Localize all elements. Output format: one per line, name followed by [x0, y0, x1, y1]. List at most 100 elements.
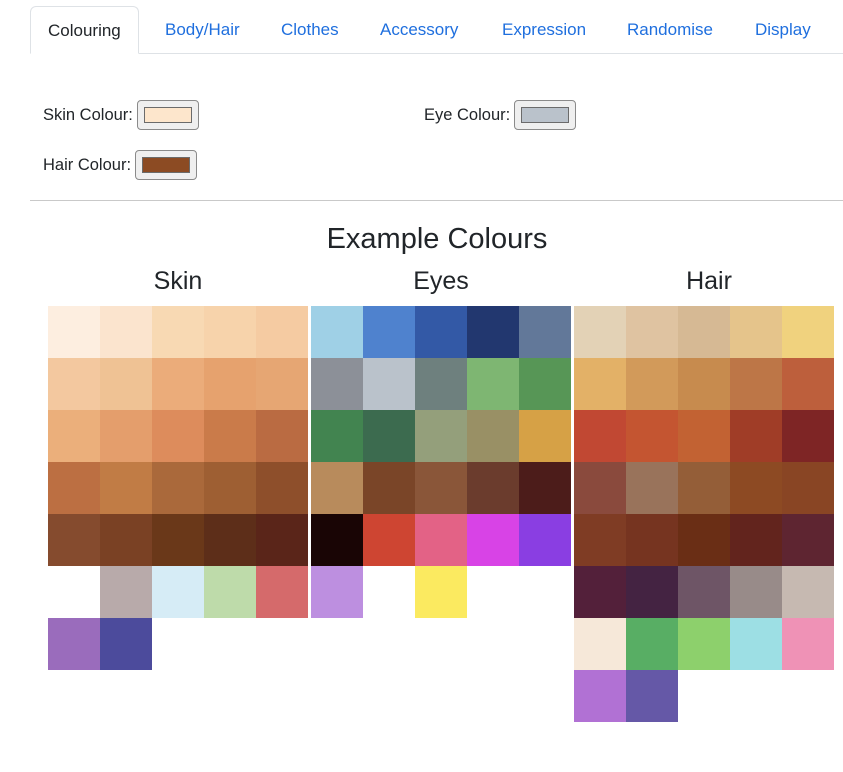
skin-swatch[interactable]	[152, 462, 204, 514]
hair-swatch[interactable]	[782, 410, 834, 462]
skin-swatch[interactable]	[256, 462, 308, 514]
eyes-swatch[interactable]	[311, 462, 363, 514]
skin-swatch[interactable]	[152, 306, 204, 358]
eyes-swatch[interactable]	[311, 514, 363, 566]
eyes-swatch[interactable]	[363, 514, 415, 566]
hair-swatch[interactable]	[678, 462, 730, 514]
skin-swatch[interactable]	[152, 410, 204, 462]
skin-swatch[interactable]	[48, 410, 100, 462]
hair-swatch[interactable]	[574, 462, 626, 514]
hair-swatch[interactable]	[678, 306, 730, 358]
hair-swatch[interactable]	[626, 514, 678, 566]
tab-accessory[interactable]: Accessory	[380, 6, 458, 52]
eye-colour-picker[interactable]	[514, 100, 577, 130]
hair-swatch[interactable]	[730, 462, 782, 514]
skin-swatch[interactable]	[152, 566, 204, 618]
hair-swatch[interactable]	[626, 410, 678, 462]
skin-swatch[interactable]	[256, 410, 308, 462]
eyes-swatch[interactable]	[415, 462, 467, 514]
eyes-swatch[interactable]	[363, 358, 415, 410]
eyes-swatch[interactable]	[415, 514, 467, 566]
hair-swatch[interactable]	[626, 618, 678, 670]
hair-swatch[interactable]	[574, 670, 626, 722]
eyes-swatch[interactable]	[311, 566, 363, 618]
eyes-swatch[interactable]	[363, 462, 415, 514]
skin-swatch[interactable]	[48, 566, 100, 618]
skin-swatch[interactable]	[100, 410, 152, 462]
hair-swatch[interactable]	[574, 410, 626, 462]
hair-swatch[interactable]	[626, 306, 678, 358]
eyes-swatch[interactable]	[519, 514, 571, 566]
hair-swatch[interactable]	[782, 358, 834, 410]
hair-swatch[interactable]	[574, 566, 626, 618]
hair-swatch[interactable]	[730, 618, 782, 670]
eyes-swatch[interactable]	[415, 306, 467, 358]
eyes-swatch[interactable]	[415, 566, 467, 618]
eyes-swatch[interactable]	[363, 306, 415, 358]
skin-swatch[interactable]	[204, 306, 256, 358]
tab-colouring[interactable]: Colouring	[30, 6, 139, 54]
skin-swatch[interactable]	[256, 358, 308, 410]
eyes-swatch[interactable]	[363, 566, 415, 618]
skin-swatch[interactable]	[48, 618, 100, 670]
eyes-swatch[interactable]	[519, 410, 571, 462]
eyes-swatch[interactable]	[311, 358, 363, 410]
eyes-swatch[interactable]	[415, 410, 467, 462]
hair-swatch[interactable]	[730, 410, 782, 462]
hair-swatch[interactable]	[574, 618, 626, 670]
eyes-swatch[interactable]	[467, 410, 519, 462]
hair-swatch[interactable]	[574, 514, 626, 566]
skin-swatch[interactable]	[48, 358, 100, 410]
skin-swatch[interactable]	[152, 358, 204, 410]
skin-swatch[interactable]	[48, 462, 100, 514]
eyes-swatch[interactable]	[467, 358, 519, 410]
eyes-swatch[interactable]	[467, 514, 519, 566]
hair-swatch[interactable]	[782, 566, 834, 618]
skin-swatch[interactable]	[256, 514, 308, 566]
hair-swatch[interactable]	[678, 618, 730, 670]
hair-swatch[interactable]	[678, 514, 730, 566]
skin-swatch[interactable]	[204, 566, 256, 618]
eyes-swatch[interactable]	[363, 410, 415, 462]
hair-swatch[interactable]	[626, 358, 678, 410]
skin-swatch[interactable]	[100, 618, 152, 670]
skin-swatch[interactable]	[100, 358, 152, 410]
hair-swatch[interactable]	[782, 462, 834, 514]
skin-swatch[interactable]	[204, 410, 256, 462]
hair-swatch[interactable]	[678, 358, 730, 410]
tab-display[interactable]: Display	[755, 6, 811, 52]
skin-swatch[interactable]	[48, 514, 100, 566]
hair-swatch[interactable]	[730, 358, 782, 410]
hair-swatch[interactable]	[626, 670, 678, 722]
hair-swatch[interactable]	[730, 514, 782, 566]
eyes-swatch[interactable]	[519, 462, 571, 514]
hair-swatch[interactable]	[730, 306, 782, 358]
eyes-swatch[interactable]	[467, 306, 519, 358]
eyes-swatch[interactable]	[519, 306, 571, 358]
skin-swatch[interactable]	[100, 462, 152, 514]
hair-swatch[interactable]	[678, 566, 730, 618]
skin-swatch[interactable]	[204, 358, 256, 410]
tab-clothes[interactable]: Clothes	[281, 6, 339, 52]
hair-colour-picker[interactable]	[135, 150, 198, 180]
skin-swatch[interactable]	[152, 514, 204, 566]
eyes-swatch[interactable]	[311, 410, 363, 462]
eyes-swatch[interactable]	[311, 306, 363, 358]
skin-swatch[interactable]	[48, 306, 100, 358]
skin-swatch[interactable]	[100, 514, 152, 566]
hair-swatch[interactable]	[782, 514, 834, 566]
hair-swatch[interactable]	[730, 566, 782, 618]
hair-swatch[interactable]	[626, 566, 678, 618]
skin-swatch[interactable]	[256, 306, 308, 358]
hair-swatch[interactable]	[574, 306, 626, 358]
hair-swatch[interactable]	[626, 462, 678, 514]
eyes-swatch[interactable]	[415, 358, 467, 410]
skin-colour-picker[interactable]	[136, 100, 199, 130]
skin-swatch[interactable]	[100, 566, 152, 618]
skin-swatch[interactable]	[204, 514, 256, 566]
hair-swatch[interactable]	[782, 306, 834, 358]
skin-swatch[interactable]	[256, 566, 308, 618]
skin-swatch[interactable]	[100, 306, 152, 358]
tab-expression[interactable]: Expression	[502, 6, 586, 52]
hair-swatch[interactable]	[574, 358, 626, 410]
